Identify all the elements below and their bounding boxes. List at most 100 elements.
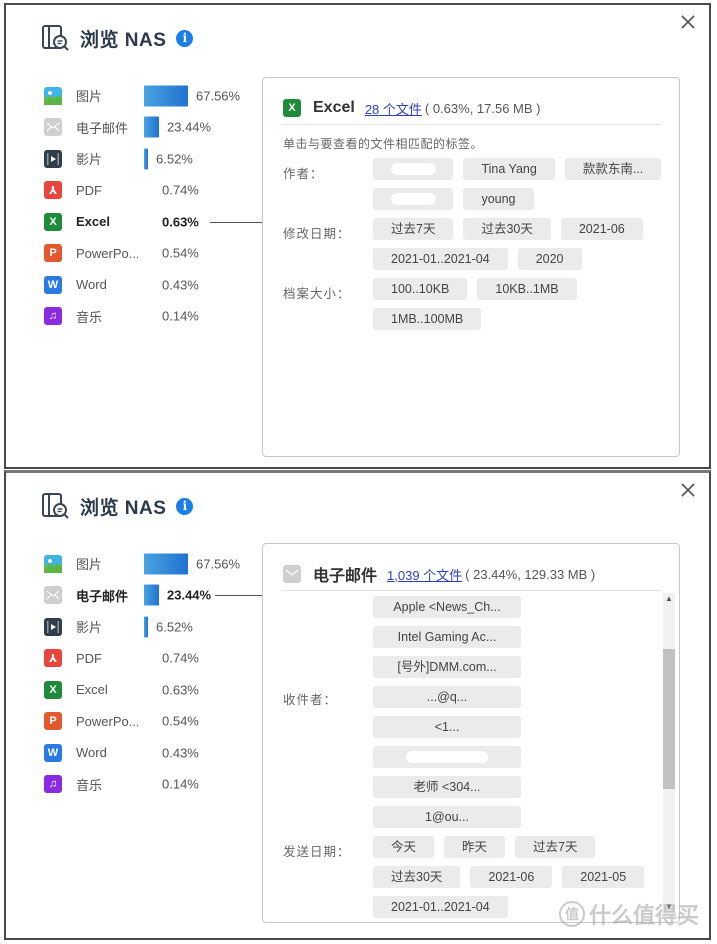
legend-item-email[interactable]: 电子邮件 23.44% — [44, 580, 264, 612]
legend-item-pdf[interactable]: ⅄ PDF 0.74% — [44, 643, 264, 675]
legend-label: 音乐 — [76, 309, 103, 325]
detail-title: 电子邮件 — [313, 568, 378, 585]
filter-tag[interactable]: <1... — [373, 716, 521, 738]
tag-section-label: 作者： — [283, 167, 324, 181]
filter-tag[interactable]: 2021-01..2021-04 — [373, 896, 508, 918]
filter-tag[interactable]: [已遮挡] — [373, 746, 521, 768]
legend-label: 图片 — [76, 89, 103, 105]
scroll-up-arrow-icon[interactable]: ▲ — [663, 593, 675, 605]
legend-item-music[interactable]: ♫ 音乐 0.14% — [44, 769, 264, 801]
scrollbar-thumb[interactable] — [663, 649, 675, 789]
legend-item-video[interactable]: 影片 6.52% — [44, 143, 264, 175]
close-button[interactable] — [679, 13, 697, 31]
filter-tag[interactable]: 2020 — [517, 248, 582, 270]
filter-tag[interactable]: young — [463, 188, 534, 210]
file-count-link[interactable]: 28 个文件 — [365, 99, 422, 118]
tag-section: 作者： [已遮挡] Tina Yang 款款东南... [已遮挡] young — [263, 158, 679, 218]
file-type-detail-panel: X Excel 28 个文件 ( 0.63%, 17.56 MB ) 单击与要查… — [262, 77, 680, 457]
legend-bar-group: 23.44% — [144, 584, 211, 606]
legend-percent: 0.74% — [162, 650, 199, 666]
legend-item-excel[interactable]: X Excel 0.63% — [44, 206, 264, 238]
filter-tag[interactable]: Intel Gaming Ac... — [373, 626, 521, 648]
watermark-logo-icon: 值 — [558, 901, 585, 927]
legend-label: 影片 — [76, 620, 103, 636]
filter-tag[interactable]: Apple <News_Ch... — [373, 596, 521, 618]
legend-item-word[interactable]: W Word 0.43% — [44, 737, 264, 769]
legend-bar-group: 6.52% — [144, 616, 193, 638]
filter-tag[interactable]: 1@ou... — [373, 806, 521, 828]
filter-tag[interactable]: 今天 — [373, 836, 435, 858]
filter-tag[interactable]: 过去7天 — [373, 218, 454, 240]
filter-tag[interactable]: [已遮挡] — [373, 158, 454, 180]
watermark-text: 什么值得买 — [588, 903, 699, 928]
filter-tag[interactable]: 1MB..100MB — [373, 308, 482, 330]
file-type-legend: 图片 67.56% 电子邮件 23.44% 影片 6.52% ⅄ PDF 0.74% X Excel… — [44, 80, 264, 332]
browse-nas-icon — [42, 493, 69, 519]
email-icon — [283, 565, 301, 583]
email-icon — [44, 586, 62, 605]
excel-icon: X — [283, 99, 301, 117]
legend-item-powerpoint[interactable]: P PowerPo... 0.54% — [44, 238, 264, 270]
hint-text: 单击与要查看的文件相匹配的标签。 — [283, 137, 484, 151]
legend-item-excel[interactable]: X Excel 0.63% — [44, 674, 264, 706]
legend-label: 电子邮件 — [76, 120, 129, 136]
close-button[interactable] — [679, 481, 697, 499]
legend-bar — [144, 616, 148, 638]
filter-tag[interactable]: 10KB..1MB — [477, 278, 577, 300]
legend-item-images[interactable]: 图片 67.56% — [44, 548, 264, 580]
filter-tag[interactable]: Tina Yang — [463, 158, 555, 180]
legend-percent: 6.52% — [156, 619, 193, 635]
legend-item-powerpoint[interactable]: P PowerPo... 0.54% — [44, 706, 264, 738]
legend-item-email[interactable]: 电子邮件 23.44% — [44, 112, 264, 144]
filter-tag[interactable]: 2021-06 — [560, 218, 643, 240]
detail-header: X Excel 28 个文件 ( 0.63%, 17.56 MB ) — [263, 78, 679, 124]
filter-tag[interactable]: 2021-06 — [470, 866, 553, 888]
filter-tag[interactable]: 2021-05 — [562, 866, 645, 888]
info-icon[interactable]: i — [176, 29, 194, 47]
filter-tag[interactable]: ...@q... — [373, 686, 521, 708]
detail-meta: ( 23.44%, 129.33 MB ) — [465, 566, 596, 582]
legend-label: PDF — [76, 650, 102, 666]
music-icon: ♫ — [44, 775, 62, 794]
info-icon[interactable]: i — [176, 497, 194, 515]
legend-label: 音乐 — [76, 777, 103, 793]
tag-scroll-area[interactable]: 收件者： Apple <News_Ch... Intel Gaming Ac... [… — [263, 591, 679, 921]
tag-list: Apple <News_Ch... Intel Gaming Ac... [号外]D… — [373, 596, 673, 836]
filter-tag[interactable]: 款款东南... — [564, 158, 662, 180]
filter-tag[interactable]: 过去30天 — [463, 218, 551, 240]
legend-bar-group: 0.43% — [154, 274, 199, 295]
tag-section-label: 档案大小： — [283, 287, 351, 301]
legend-item-word[interactable]: W Word 0.43% — [44, 269, 264, 301]
filter-tag[interactable]: 过去30天 — [373, 866, 461, 888]
legend-item-pdf[interactable]: ⅄ PDF 0.74% — [44, 175, 264, 207]
filter-tag[interactable]: 2021-01..2021-04 — [373, 248, 508, 270]
pdf-icon: ⅄ — [44, 181, 62, 200]
legend-percent: 67.56% — [196, 88, 241, 104]
filter-tag[interactable]: 昨天 — [444, 836, 506, 858]
legend-label: PowerPo... — [76, 245, 138, 261]
legend-bar — [144, 116, 159, 138]
image-icon — [44, 554, 62, 573]
scrollbar[interactable]: ▲ ▼ — [663, 593, 675, 913]
dialog-header: 浏览 NAS i — [40, 491, 194, 521]
tag-section-label: 发送日期： — [283, 845, 351, 859]
legend-bar-group: 0.43% — [154, 742, 199, 763]
video-icon — [44, 617, 62, 636]
email-icon — [44, 118, 62, 137]
detail-header: 电子邮件 1,039 个文件 ( 23.44%, 129.33 MB ) — [263, 544, 679, 590]
connector-line — [210, 221, 262, 223]
legend-percent: 0.63% — [162, 214, 199, 230]
legend-bar-group: 0.74% — [154, 180, 199, 201]
filter-tag[interactable]: 过去7天 — [515, 836, 596, 858]
filter-tag[interactable]: 100..10KB — [373, 278, 468, 300]
legend-item-music[interactable]: ♫ 音乐 0.14% — [44, 301, 264, 333]
legend-item-video[interactable]: 影片 6.52% — [44, 611, 264, 643]
filter-tag[interactable]: [已遮挡] — [373, 188, 454, 210]
legend-label: 影片 — [76, 152, 103, 168]
filter-tag[interactable]: [号外]DMM.com... — [373, 656, 521, 678]
legend-bar-group: 0.14% — [154, 774, 199, 795]
filter-tag[interactable]: 老师 <304... — [373, 776, 521, 798]
legend-item-images[interactable]: 图片 67.56% — [44, 80, 264, 112]
legend-percent: 0.14% — [162, 776, 199, 792]
file-count-link[interactable]: 1,039 个文件 — [387, 565, 462, 584]
